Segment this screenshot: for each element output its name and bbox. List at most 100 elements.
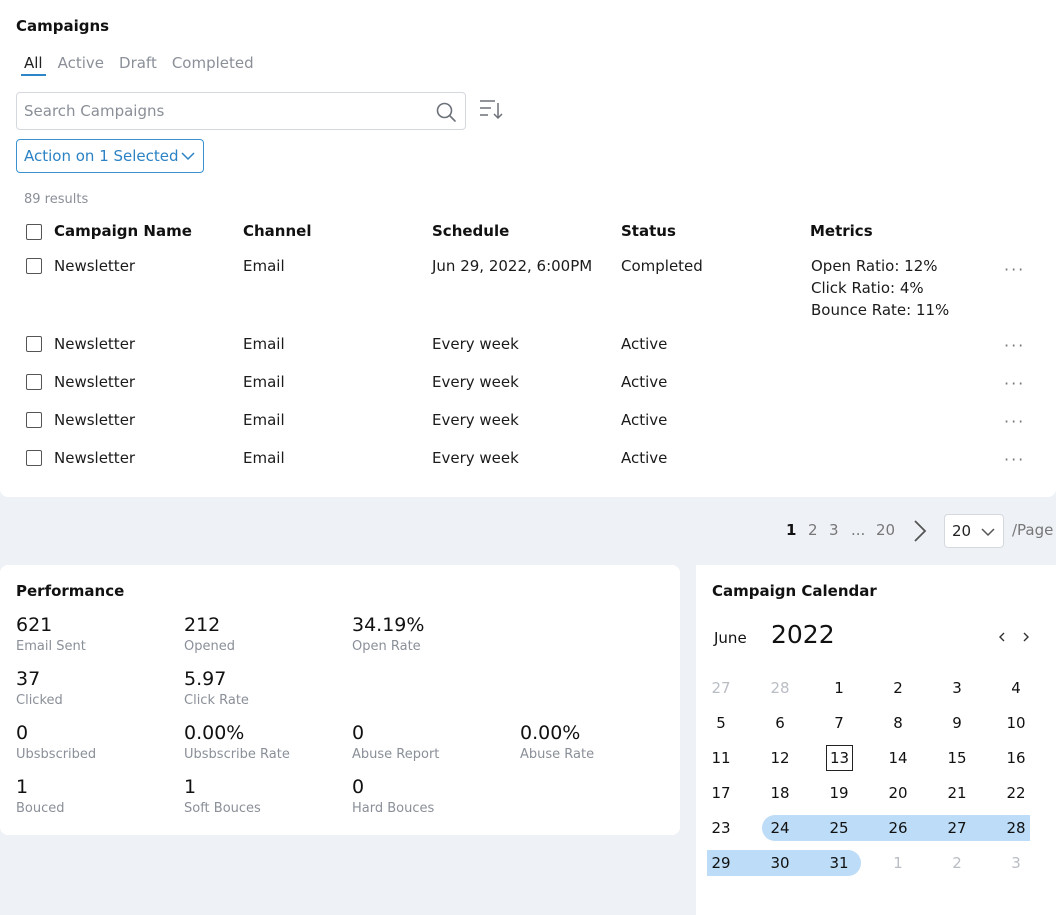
tab-all[interactable]: All [21, 54, 46, 76]
calendar-day[interactable]: 30 [765, 850, 795, 876]
metric-label: Ubsbscribe Rate [184, 747, 290, 762]
campaign-status: Active [621, 335, 668, 353]
column-header-schedule[interactable]: Schedule [432, 222, 509, 240]
chevron-right-icon[interactable] [910, 518, 930, 544]
tab-active[interactable]: Active [58, 54, 104, 72]
metric-unsubscribe-rate: 0.00% Ubsbscribe Rate [184, 721, 290, 764]
row-checkbox[interactable] [26, 374, 42, 390]
campaign-schedule: Every week [432, 373, 519, 391]
calendar-day[interactable]: 22 [1001, 780, 1031, 806]
calendar-day[interactable]: 10 [1001, 710, 1031, 736]
calendar-day[interactable]: 11 [706, 745, 736, 771]
campaign-name[interactable]: Newsletter [54, 409, 135, 431]
campaign-status: Active [621, 449, 668, 467]
calendar-day[interactable]: 20 [883, 780, 913, 806]
calendar-day[interactable]: 24 [765, 815, 795, 841]
metric-label: Ubsbscribed [16, 747, 97, 762]
calendar-day[interactable]: 9 [942, 710, 972, 736]
metric-abuse-report: 0 Abuse Report [352, 721, 439, 764]
campaign-name[interactable]: Newsletter [54, 447, 135, 469]
calendar-day[interactable]: 19 [824, 780, 854, 806]
campaign-name[interactable]: Newsletter [54, 333, 135, 355]
calendar-day[interactable]: 15 [942, 745, 972, 771]
chevron-down-icon [181, 152, 195, 161]
calendar-day[interactable]: 2 [883, 675, 913, 701]
metric-soft-bounces: 1 Soft Bouces [184, 775, 261, 818]
bulk-action-button[interactable]: Action on 1 Selected [16, 139, 204, 173]
row-more-button[interactable]: ··· [1004, 412, 1025, 431]
calendar-day[interactable]: 1 [883, 850, 913, 876]
calendar-year[interactable]: 2022 [771, 620, 835, 649]
metric-hard-bounces: 0 Hard Bouces [352, 775, 434, 818]
tab-completed[interactable]: Completed [172, 54, 254, 72]
calendar-title: Campaign Calendar [712, 582, 877, 600]
calendar-day[interactable]: 27 [706, 675, 736, 701]
row-more-button[interactable]: ··· [1004, 374, 1025, 393]
select-all-checkbox[interactable] [26, 224, 42, 240]
calendar-day[interactable]: 16 [1001, 745, 1031, 771]
search-input[interactable] [24, 101, 424, 121]
page-2[interactable]: 2 [808, 521, 818, 539]
per-page-select[interactable]: 20 [944, 514, 1004, 548]
campaign-channel: Email [243, 373, 285, 391]
calendar-day[interactable]: 31 [824, 850, 854, 876]
calendar-month[interactable]: June [714, 629, 747, 647]
column-header-channel[interactable]: Channel [243, 222, 311, 240]
calendar-day[interactable]: 14 [883, 745, 913, 771]
calendar-day[interactable]: 6 [765, 710, 795, 736]
campaign-metric: Click Ratio: 4% [811, 279, 924, 297]
calendar-day[interactable]: 13 [826, 745, 853, 771]
chevron-right-icon[interactable] [1019, 629, 1033, 645]
campaign-schedule: Every week [432, 335, 519, 353]
calendar-day[interactable]: 2 [942, 850, 972, 876]
campaign-name[interactable]: Newsletter [54, 255, 135, 277]
row-checkbox[interactable] [26, 258, 42, 274]
page-1[interactable]: 1 [786, 521, 796, 539]
calendar-day[interactable]: 28 [1001, 815, 1031, 841]
metric-value: 0.00% [184, 722, 245, 744]
calendar-day[interactable]: 1 [824, 675, 854, 701]
column-header-metrics[interactable]: Metrics [810, 222, 873, 240]
row-checkbox[interactable] [26, 412, 42, 428]
calendar-day[interactable]: 12 [765, 745, 795, 771]
calendar-day[interactable]: 4 [1001, 675, 1031, 701]
metric-value: 37 [16, 668, 41, 690]
row-checkbox[interactable] [26, 450, 42, 466]
calendar-day[interactable]: 27 [942, 815, 972, 841]
sort-icon[interactable] [478, 97, 504, 123]
metric-email-sent: 621 Email Sent [16, 613, 86, 656]
row-more-button[interactable]: ··· [1004, 336, 1025, 355]
calendar-day[interactable]: 28 [765, 675, 795, 701]
page-20[interactable]: 20 [876, 521, 895, 539]
calendar-day[interactable]: 26 [883, 815, 913, 841]
metric-value: 0 [16, 722, 29, 744]
calendar-day[interactable]: 21 [942, 780, 972, 806]
metric-label: Open Rate [352, 639, 421, 654]
page-3[interactable]: 3 [829, 521, 839, 539]
calendar-day[interactable]: 17 [706, 780, 736, 806]
metric-label: Abuse Report [352, 747, 440, 762]
tab-draft[interactable]: Draft [119, 54, 157, 72]
column-header-status[interactable]: Status [621, 222, 676, 240]
calendar-day[interactable]: 29 [706, 850, 736, 876]
calendar-day[interactable]: 8 [883, 710, 913, 736]
calendar-day[interactable]: 3 [942, 675, 972, 701]
row-more-button[interactable]: ··· [1004, 450, 1025, 469]
calendar-day[interactable]: 18 [765, 780, 795, 806]
campaign-channel: Email [243, 411, 285, 429]
calendar-day[interactable]: 3 [1001, 850, 1031, 876]
row-checkbox[interactable] [26, 336, 42, 352]
calendar-day[interactable]: 23 [706, 815, 736, 841]
campaign-name[interactable]: Newsletter [54, 371, 135, 393]
calendar-day[interactable]: 5 [706, 710, 736, 736]
chevron-left-icon[interactable] [995, 629, 1009, 645]
campaign-schedule: Every week [432, 449, 519, 467]
column-header-campaign-name[interactable]: Campaign Name [54, 222, 192, 240]
results-count: 89 results [24, 192, 89, 207]
per-page-value: 20 [952, 522, 972, 540]
campaign-metric: Open Ratio: 12% [811, 257, 938, 275]
row-more-button[interactable]: ··· [1004, 260, 1025, 279]
calendar-day[interactable]: 7 [824, 710, 854, 736]
calendar-day[interactable]: 25 [824, 815, 854, 841]
search-icon[interactable] [435, 101, 457, 123]
